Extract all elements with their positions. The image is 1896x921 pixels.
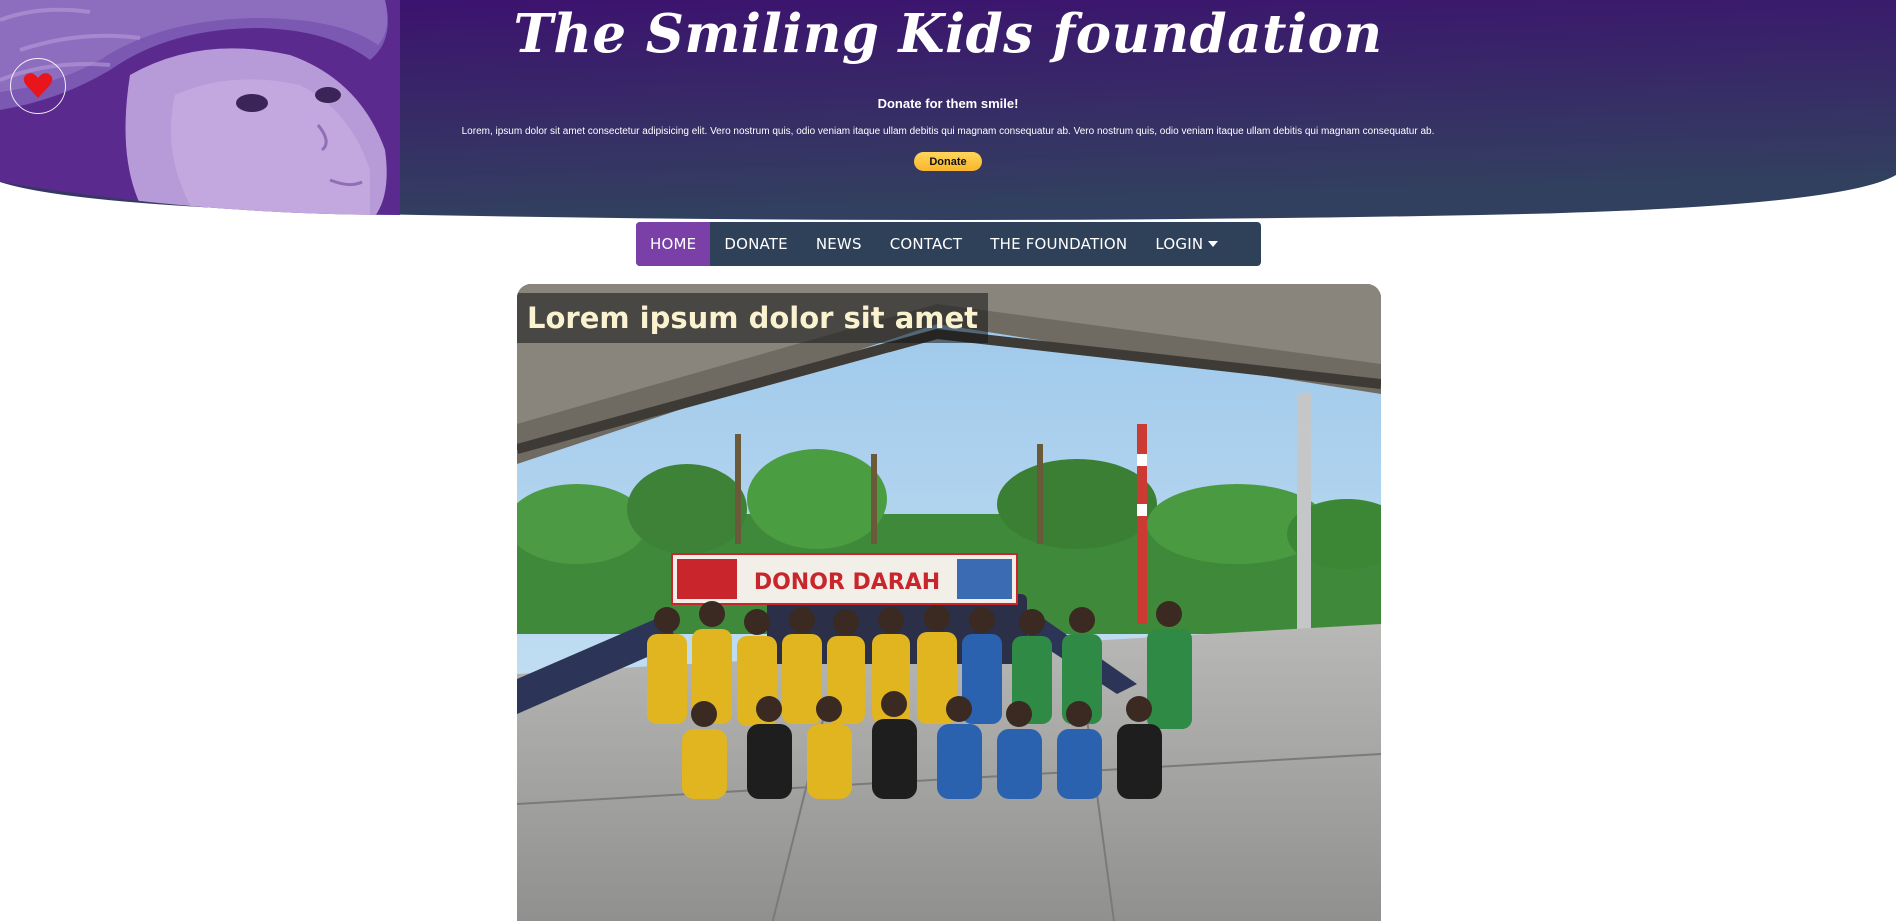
nav-item-contact[interactable]: CONTACT xyxy=(876,222,977,266)
nav-item-label: NEWS xyxy=(815,235,862,253)
donate-button[interactable]: Donate xyxy=(914,152,982,171)
nav-item-label: LOGIN xyxy=(1155,235,1204,253)
site-title: The Smiling Kids foundation xyxy=(513,3,1383,65)
nav-item-label: THE FOUNDATION xyxy=(990,235,1128,253)
site-header: The Smiling Kids foundation Donate for t… xyxy=(0,0,1896,222)
nav-item-donate[interactable]: DONATE xyxy=(710,222,802,266)
main-nav: HOME DONATE NEWS CONTACT THE FOUNDATION … xyxy=(636,222,1261,266)
tagline: Donate for them smile! xyxy=(877,96,1019,111)
page: The Smiling Kids foundation Donate for t… xyxy=(0,0,1896,921)
feature-card[interactable]: DONOR DARAH Lorem ipsum dolor sit amet xyxy=(517,284,1381,921)
intro-text: Lorem, ipsum dolor sit amet consectetur … xyxy=(461,126,1435,137)
nav-item-the-foundation[interactable]: THE FOUNDATION xyxy=(976,222,1141,266)
nav-item-label: DONATE xyxy=(724,235,788,253)
nav-item-label: CONTACT xyxy=(889,235,963,253)
nav-item-news[interactable]: NEWS xyxy=(802,222,876,266)
nav-item-label: HOME xyxy=(650,235,697,253)
nav-item-login[interactable]: LOGIN xyxy=(1141,222,1232,266)
nav-item-home[interactable]: HOME xyxy=(636,222,711,266)
feature-title: Lorem ipsum dolor sit amet xyxy=(517,293,989,343)
caret-down-icon xyxy=(1208,241,1219,247)
banner-text: DONOR DARAH xyxy=(754,570,940,595)
feature-photo: DONOR DARAH xyxy=(517,284,1381,921)
